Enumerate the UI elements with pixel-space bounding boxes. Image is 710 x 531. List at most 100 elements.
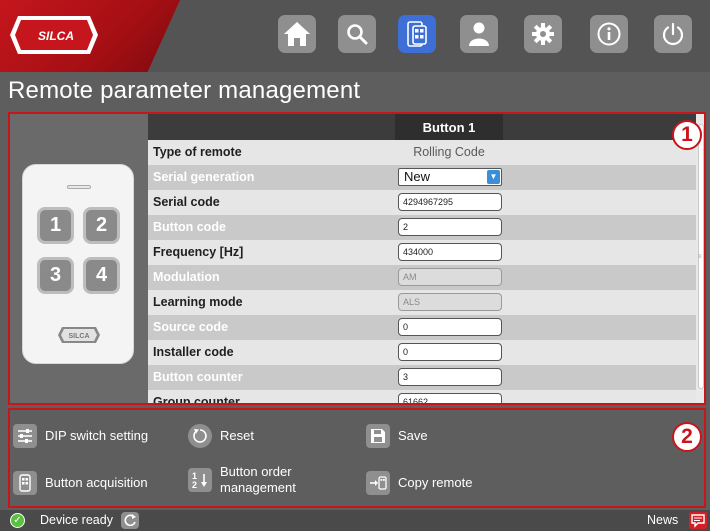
serial-code-input[interactable]: 4294967295 [398,193,502,211]
button-acquisition-button[interactable]: Button acquisition [13,471,148,495]
table-row: Learning mode ALS [148,290,696,315]
dip-switch-setting-button[interactable]: DIP switch setting [13,424,148,448]
section-1-badge: 1 [672,120,702,150]
table-scrollbar[interactable]: ≡ [696,114,704,403]
learning-mode-input: ALS [398,293,502,311]
remote-key-2[interactable]: 2 [83,207,120,244]
remote-image: 1 2 3 4 SILCA [22,164,134,364]
table-row: Modulation AM [148,265,696,290]
remote-keys-icon [13,471,37,495]
remote-logo: SILCA [58,327,100,343]
table-row: Serial generation New ▼ [148,165,696,190]
table-header: Button 1 [148,114,696,140]
type-of-remote-value: Rolling Code [413,145,485,159]
info-button[interactable] [590,15,628,53]
table-row: Source code 0 [148,315,696,340]
home-button[interactable] [278,15,316,53]
silca-logo: SILCA [10,16,98,54]
remote-key-4[interactable]: 4 [83,257,120,294]
row-label: Modulation [153,270,220,284]
action-label: Save [398,428,428,443]
gear-icon [532,23,554,45]
search-button[interactable] [338,15,376,53]
svg-text:2: 2 [192,480,197,490]
copy-remote-icon [366,471,390,495]
action-label: DIP switch setting [45,428,149,443]
actions-panel: DIP switch setting Reset Save Button acq… [8,408,706,508]
table-row: Button counter 3 [148,365,696,390]
action-label-line-1: Button order [220,464,292,479]
refresh-icon [124,514,136,527]
row-label: Button counter [153,370,243,384]
svg-text:SILCA: SILCA [69,333,90,340]
row-label: Button code [153,220,226,234]
source-code-input[interactable]: 0 [398,318,502,336]
floppy-icon [366,424,390,448]
power-button[interactable] [654,15,692,53]
serial-generation-select[interactable]: New ▼ [398,168,502,186]
remote-icon [407,21,427,47]
settings-button[interactable] [524,15,562,53]
row-label: Type of remote [153,145,242,159]
news-chat-icon [691,514,705,528]
table-row: Serial code 4294967295 [148,190,696,215]
column-header-button-1: Button 1 [395,114,503,140]
header-bar: SILCA [0,0,710,72]
status-text: Device ready [40,513,113,527]
table-row: Button code 2 [148,215,696,240]
action-label: Copy remote [398,475,473,490]
power-icon [662,22,684,46]
action-label-line-2: management [220,480,296,495]
frequency-input[interactable]: 434000 [398,243,502,261]
remote-preview: 1 2 3 4 SILCA [10,114,148,403]
group-counter-input[interactable]: 61662 [398,393,502,403]
select-value: New [404,169,431,184]
action-label: Button order management [220,464,296,496]
news-label: News [647,513,679,527]
row-label: Installer code [153,345,234,359]
news-button[interactable] [689,512,707,529]
home-icon [284,22,310,46]
row-label: Serial code [153,195,220,209]
parameters-table: Button 1 Type of remote Rolling Code Ser… [148,114,696,403]
row-label: Frequency [Hz] [153,245,244,259]
remote-key-3[interactable]: 3 [37,257,74,294]
remote-nav-button[interactable] [398,15,436,53]
chevron-down-icon: ▼ [487,170,500,184]
action-label: Button acquisition [45,475,148,490]
table-row: Type of remote Rolling Code [148,140,696,165]
status-bar: ✓ Device ready News [0,510,710,531]
user-button[interactable] [460,15,498,53]
row-label: Source code [153,320,229,334]
sliders-icon [13,424,37,448]
button-order-management-button[interactable]: 1 2 Button order management [188,464,296,496]
reset-button[interactable]: Reset [188,424,254,448]
modulation-input: AM [398,268,502,286]
remote-parameters-panel: 1 2 3 4 SILCA Button 1 Type of remote Ro… [8,112,706,405]
row-label: Serial generation [153,170,255,184]
search-icon [347,24,368,45]
remote-key-1[interactable]: 1 [37,207,74,244]
order-12-icon: 1 2 [188,468,212,492]
check-icon: ✓ [10,513,25,528]
info-icon [597,22,621,46]
table-row: Group counter 61662 [148,390,696,405]
save-button[interactable]: Save [366,424,428,448]
user-icon [469,22,489,46]
row-label: Learning mode [153,295,243,309]
row-label: Group counter [153,395,240,405]
remote-led [67,185,91,189]
installer-code-input[interactable]: 0 [398,343,502,361]
button-counter-input[interactable]: 3 [398,368,502,386]
refresh-button[interactable] [121,512,139,529]
reset-icon [188,424,212,448]
scroll-grip-icon: ≡ [698,254,702,260]
page-title: Remote parameter management [8,77,361,104]
section-2-badge: 2 [672,422,702,452]
button-code-input[interactable]: 2 [398,218,502,236]
table-row: Installer code 0 [148,340,696,365]
svg-text:SILCA: SILCA [38,29,74,43]
app-window: SILCA Remote parameter management 1 2 3 … [0,0,710,531]
table-row: Frequency [Hz] 434000 [148,240,696,265]
copy-remote-button[interactable]: Copy remote [366,471,472,495]
